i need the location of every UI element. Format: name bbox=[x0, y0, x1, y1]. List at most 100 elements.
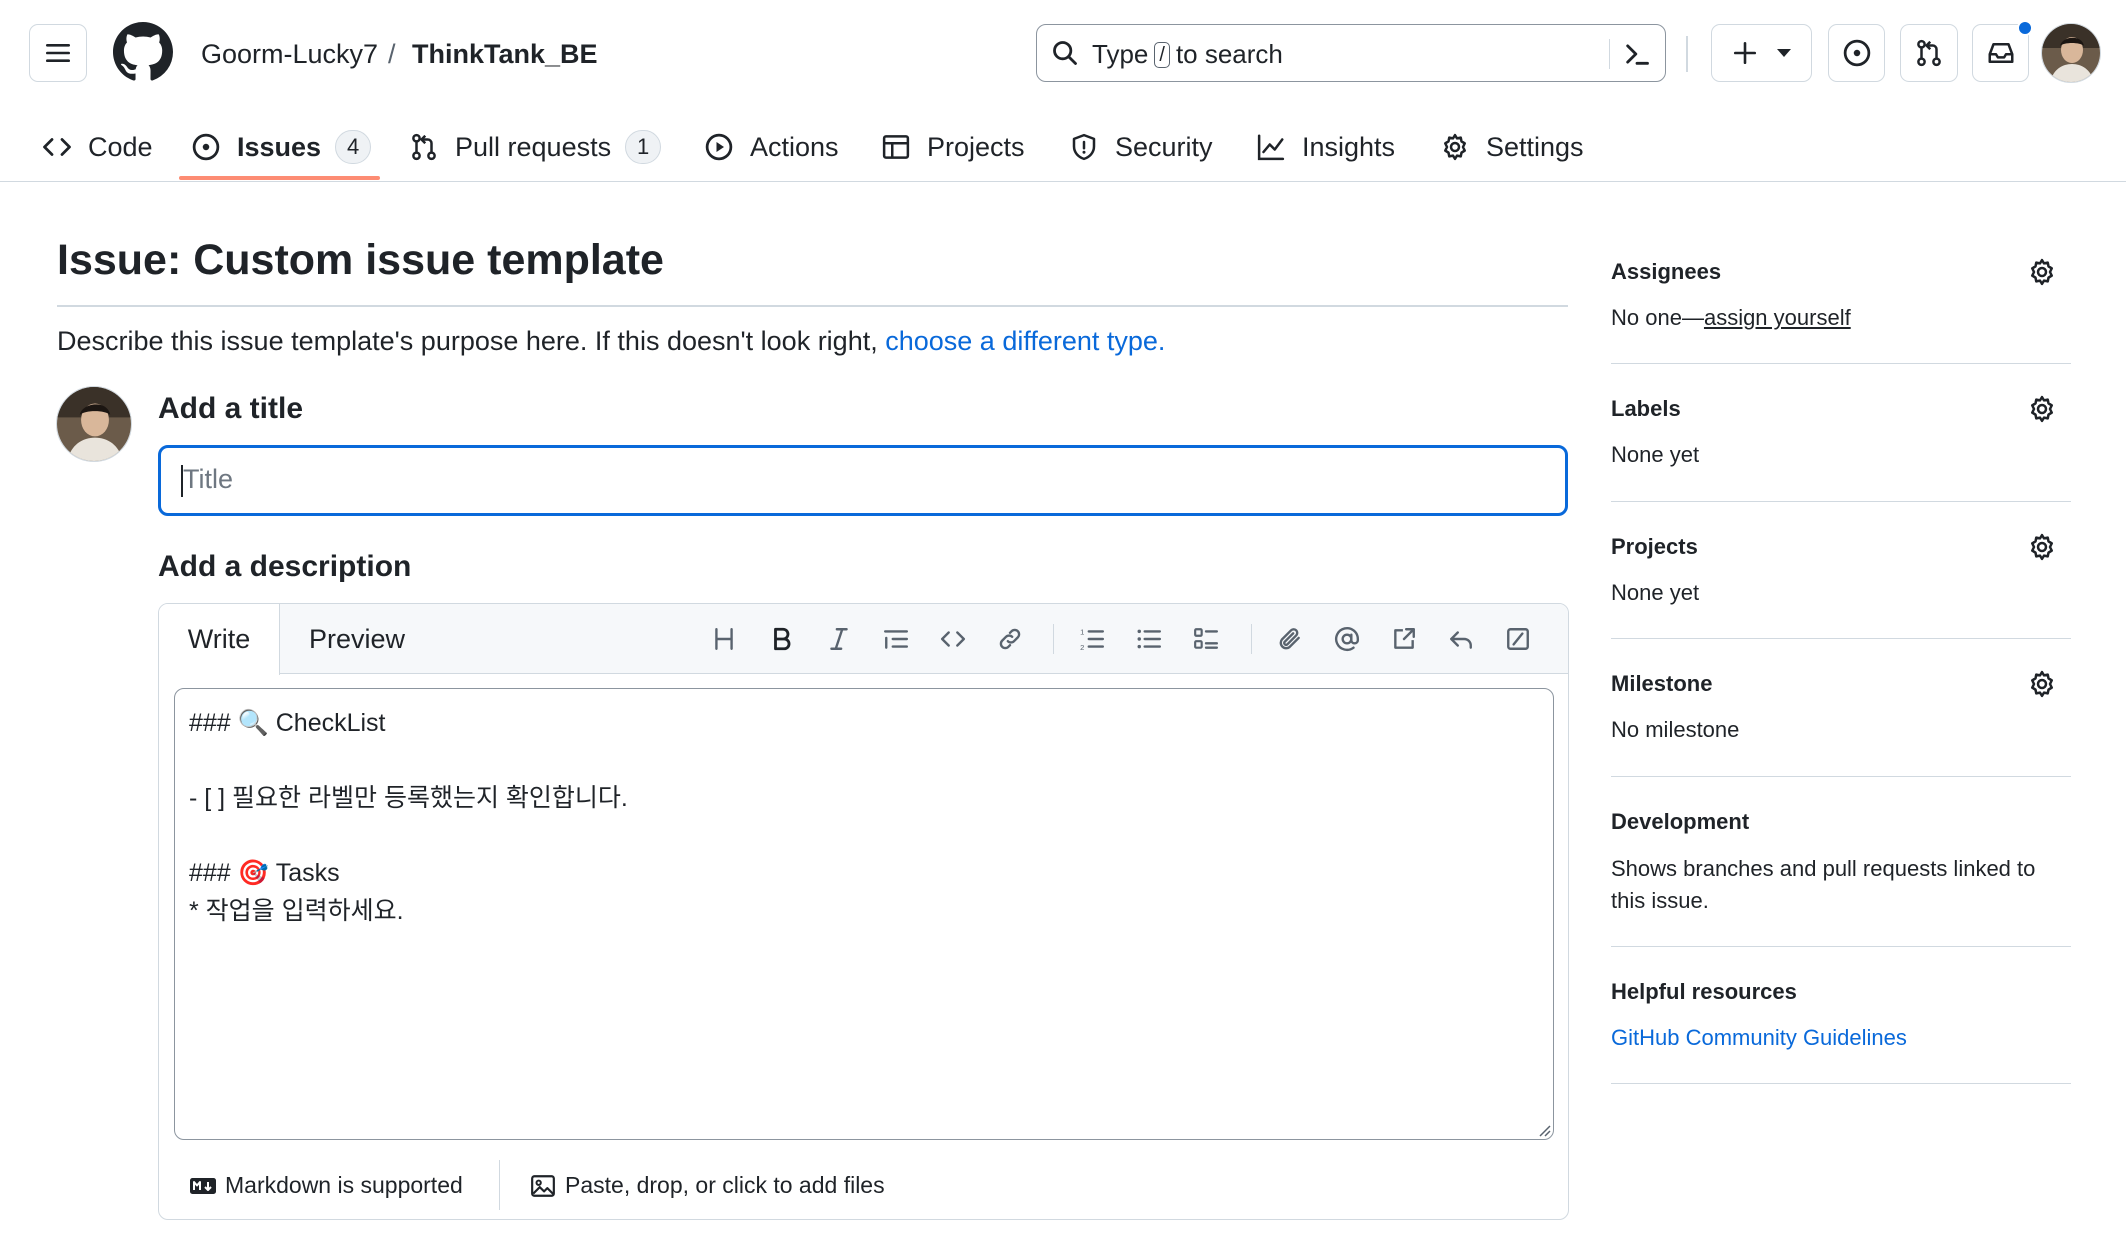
resize-handle-icon[interactable] bbox=[1535, 1121, 1551, 1137]
slash-command-icon bbox=[1507, 628, 1529, 650]
community-guidelines-link[interactable]: GitHub Community Guidelines bbox=[1611, 1023, 2071, 1053]
tab-preview[interactable]: Preview bbox=[309, 604, 405, 674]
table-icon bbox=[882, 135, 910, 159]
search-divider bbox=[1609, 39, 1610, 69]
saved-reply-button[interactable] bbox=[1442, 620, 1480, 658]
tab-label: Projects bbox=[927, 131, 1025, 162]
tab-settings[interactable]: Settings bbox=[1440, 112, 1584, 182]
link-button[interactable] bbox=[991, 620, 1029, 658]
title-divider bbox=[57, 305, 1568, 307]
page-title: Issue: Custom issue template bbox=[57, 236, 664, 284]
title-placeholder: Title bbox=[183, 464, 234, 494]
code-icon bbox=[43, 138, 71, 156]
issue-opened-icon bbox=[1843, 39, 1870, 67]
tab-label: Actions bbox=[750, 131, 839, 162]
gear-icon[interactable] bbox=[2027, 669, 2057, 699]
projects-value: None yet bbox=[1611, 580, 1700, 605]
search-prefix: Type bbox=[1092, 39, 1149, 69]
template-description-text: Describe this issue template's purpose h… bbox=[57, 326, 878, 356]
issue-title-input[interactable]: Title bbox=[158, 445, 1568, 516]
task-list-button[interactable] bbox=[1187, 620, 1225, 658]
sidebar-divider bbox=[1611, 363, 2071, 364]
sidebar-labels: Labels None yet bbox=[1611, 394, 2071, 470]
github-logo-icon[interactable] bbox=[113, 22, 173, 82]
svg-text:2: 2 bbox=[1080, 643, 1084, 652]
play-icon bbox=[705, 133, 733, 161]
milestone-heading: Milestone bbox=[1611, 671, 1713, 696]
menu-button[interactable] bbox=[29, 24, 87, 82]
description-editor: Write Preview 12 ### 🔍 CheckList - [] 필… bbox=[158, 603, 1569, 1220]
sidebar-divider bbox=[1611, 946, 2071, 947]
assignees-heading: Assignees bbox=[1611, 259, 1722, 284]
gear-icon[interactable] bbox=[2027, 532, 2057, 562]
editor-toolbar: Write Preview 12 bbox=[159, 604, 1568, 675]
tab-pull-requests[interactable]: Pull requests 1 bbox=[409, 112, 662, 182]
assign-yourself-link[interactable]: assign yourself bbox=[1704, 305, 1851, 330]
sidebar-divider bbox=[1611, 501, 2071, 502]
assignees-empty-text: No one— bbox=[1611, 305, 1704, 330]
breadcrumb-repo[interactable]: ThinkTank_BE bbox=[412, 36, 598, 72]
user-avatar[interactable] bbox=[2041, 23, 2101, 83]
search-shortcut-key: / bbox=[1154, 41, 1170, 68]
tab-projects[interactable]: Projects bbox=[881, 112, 1025, 182]
tab-label: Settings bbox=[1486, 131, 1584, 162]
mention-button[interactable] bbox=[1328, 620, 1366, 658]
tab-insights[interactable]: Insights bbox=[1256, 112, 1395, 182]
search-suffix: to search bbox=[1175, 39, 1283, 69]
command-palette-icon[interactable] bbox=[1623, 40, 1651, 68]
breadcrumb-owner[interactable]: Goorm-Lucky7 bbox=[201, 36, 378, 72]
markdown-note: Markdown is supported bbox=[225, 1172, 463, 1198]
svg-text:1: 1 bbox=[1080, 628, 1084, 637]
bold-button[interactable] bbox=[763, 620, 801, 658]
graph-icon bbox=[1257, 134, 1285, 161]
tab-actions[interactable]: Actions bbox=[704, 112, 839, 182]
helpful-resources-heading: Helpful resources bbox=[1611, 979, 1797, 1004]
attach-file-button[interactable] bbox=[1271, 620, 1309, 658]
image-icon bbox=[531, 1174, 555, 1197]
slash-commands-button[interactable] bbox=[1499, 620, 1537, 658]
git-pull-request-icon bbox=[1917, 39, 1941, 67]
tab-security[interactable]: Security bbox=[1069, 112, 1213, 182]
sidebar-divider bbox=[1611, 638, 2071, 639]
attach-files-note: Paste, drop, or click to add files bbox=[565, 1172, 885, 1198]
reference-button[interactable] bbox=[1385, 620, 1423, 658]
tab-write[interactable]: Write bbox=[159, 604, 280, 675]
bold-icon bbox=[774, 627, 791, 651]
shield-icon bbox=[1072, 133, 1096, 161]
gear-icon[interactable] bbox=[2027, 394, 2057, 424]
tab-code[interactable]: Code bbox=[42, 112, 153, 182]
cross-reference-icon bbox=[1394, 628, 1415, 649]
unordered-list-button[interactable] bbox=[1130, 620, 1168, 658]
issues-button[interactable] bbox=[1828, 24, 1885, 82]
sidebar-development: Development Shows branches and pull requ… bbox=[1611, 807, 2071, 917]
ordered-list-button[interactable]: 12 bbox=[1073, 620, 1111, 658]
assignees-value: No one—assign yourself bbox=[1611, 303, 2071, 333]
code-button[interactable] bbox=[934, 620, 972, 658]
tab-issues[interactable]: Issues 4 bbox=[191, 112, 372, 182]
link-icon bbox=[999, 628, 1021, 650]
description-field-label: Add a description bbox=[158, 550, 412, 583]
labels-value: None yet bbox=[1611, 442, 1700, 467]
description-textarea[interactable]: ### 🔍 CheckList - [ ] 필요한 라벨만 등록했는지 확인합니… bbox=[174, 688, 1554, 1140]
italic-button[interactable] bbox=[820, 620, 858, 658]
choose-different-type-link[interactable]: choose a different type. bbox=[885, 326, 1165, 356]
toolbar-divider bbox=[1053, 624, 1054, 654]
paperclip-icon bbox=[1279, 628, 1300, 650]
heading-button[interactable] bbox=[705, 620, 743, 658]
sidebar-divider bbox=[1611, 776, 2071, 777]
sidebar-milestone: Milestone No milestone bbox=[1611, 669, 2071, 745]
quote-button[interactable] bbox=[877, 620, 915, 658]
markdown-supported-link[interactable]: Markdown is supported bbox=[189, 1172, 463, 1199]
gear-icon[interactable] bbox=[2027, 257, 2057, 287]
sidebar-divider bbox=[1611, 1083, 2071, 1084]
search-input[interactable]: Type / to search bbox=[1036, 24, 1666, 82]
title-field-label: Add a title bbox=[158, 392, 304, 425]
create-new-button[interactable] bbox=[1711, 24, 1812, 82]
labels-heading: Labels bbox=[1611, 396, 1681, 421]
attach-files-area[interactable]: Paste, drop, or click to add files bbox=[529, 1172, 885, 1199]
development-value: Shows branches and pull requests linked … bbox=[1611, 856, 2036, 913]
list-ordered-icon: 12 bbox=[1080, 628, 1105, 652]
heading-icon bbox=[715, 628, 733, 650]
pull-requests-button[interactable] bbox=[1900, 24, 1958, 82]
git-pull-request-icon bbox=[412, 133, 436, 161]
